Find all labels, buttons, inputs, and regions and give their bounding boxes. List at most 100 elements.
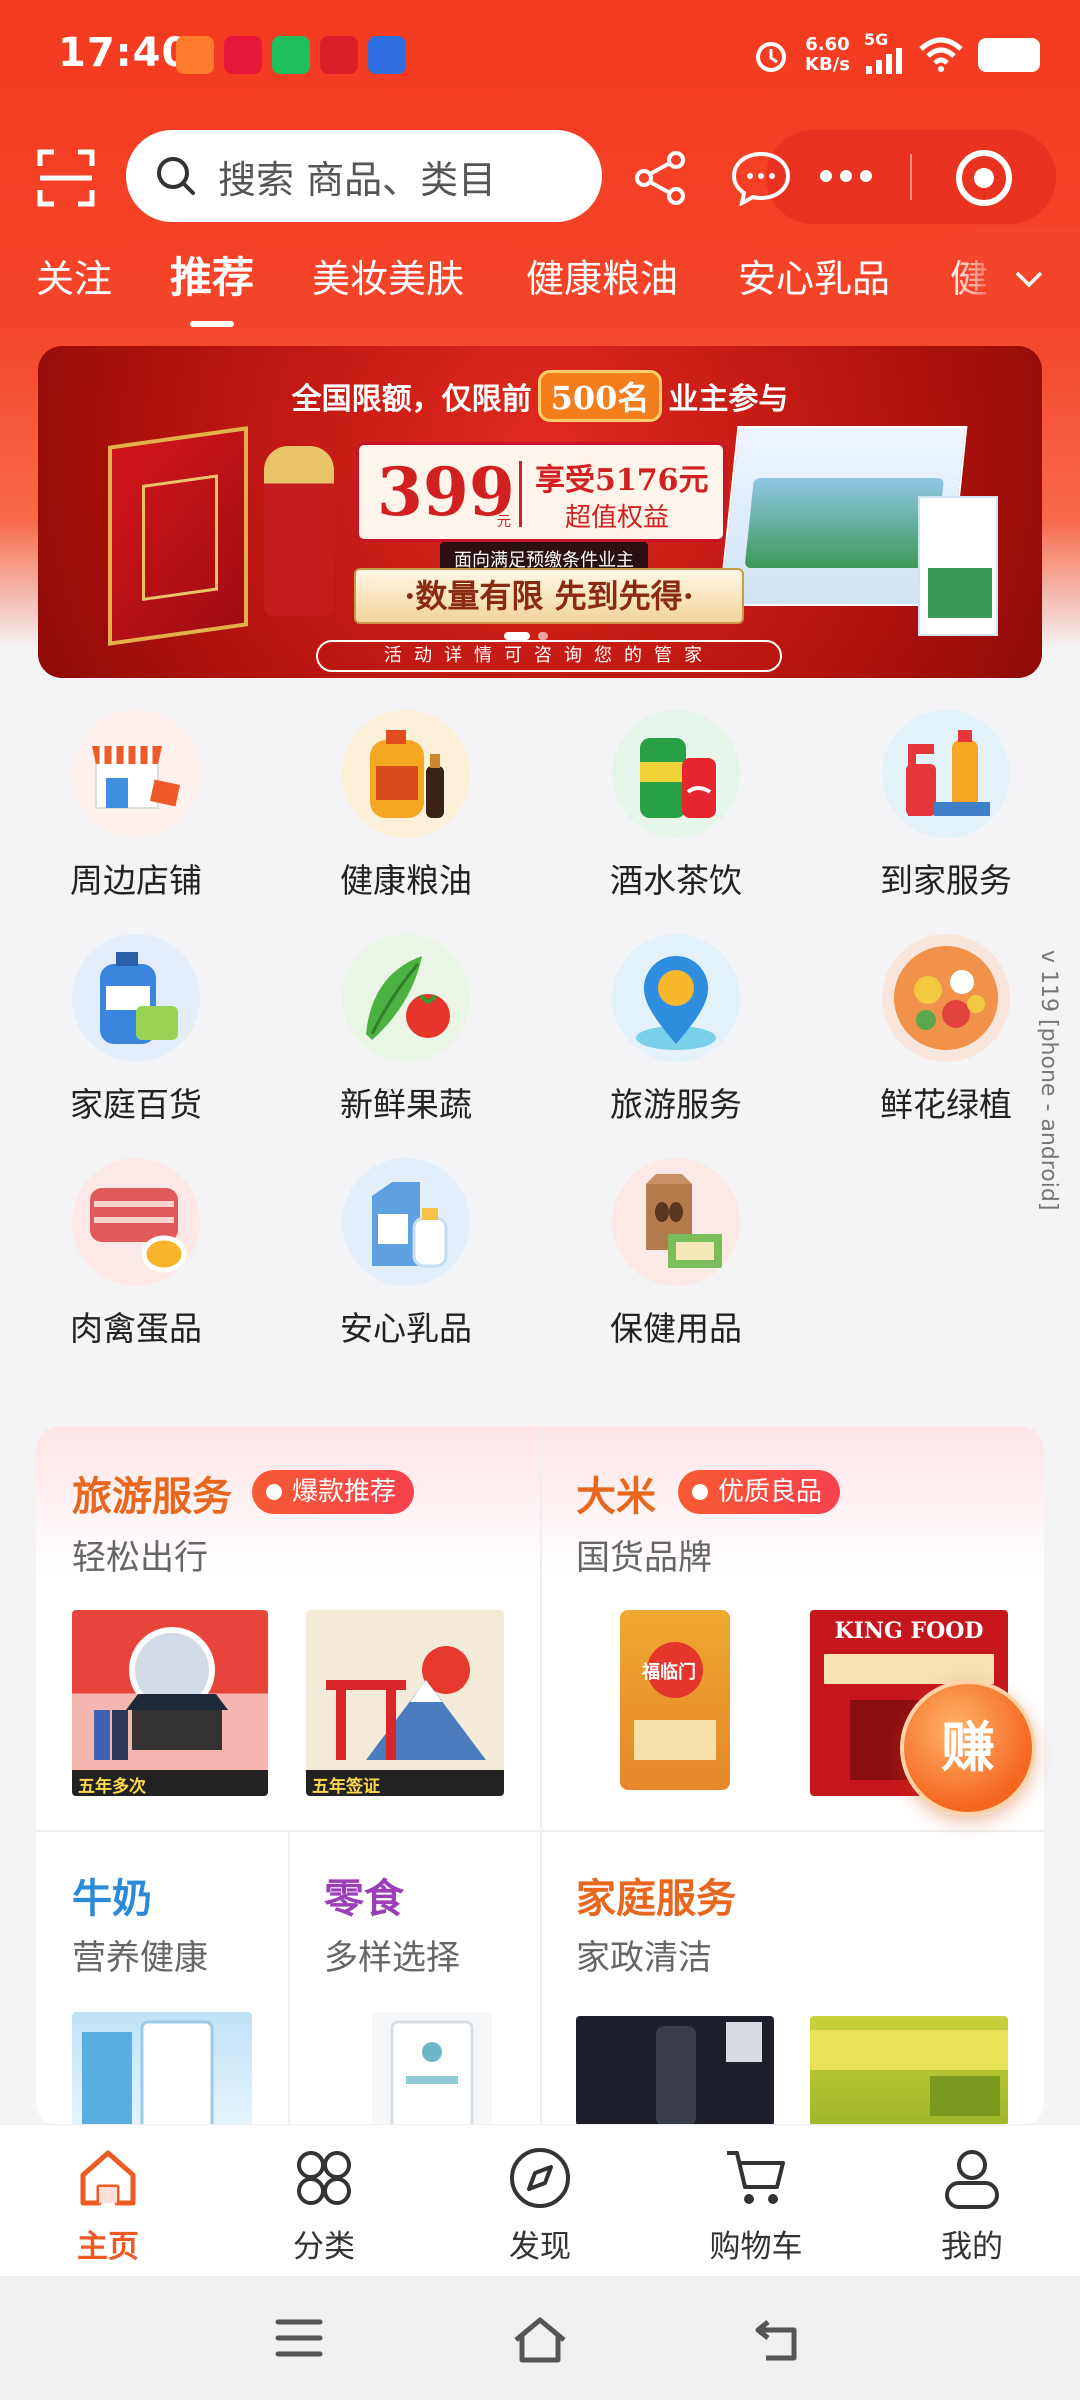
- wechat-icon: [272, 36, 310, 74]
- menu-icon: [275, 2319, 323, 2357]
- category-label: 安心乳品: [340, 1309, 472, 1348]
- headline-post: 业主参与: [668, 382, 789, 417]
- category-beverages[interactable]: 酒水茶饮: [576, 710, 776, 902]
- card-subtitle: 多样选择: [324, 1938, 460, 1978]
- carousel-dot: [538, 632, 548, 640]
- category-meat-eggs[interactable]: 肉禽蛋品: [36, 1158, 236, 1350]
- status-right: 6.60 KB/s 5G: [751, 32, 1040, 77]
- scan-icon[interactable]: [36, 148, 96, 208]
- tab-dairy[interactable]: 安心乳品: [738, 248, 890, 303]
- nav-cart[interactable]: 购物车: [686, 2145, 826, 2266]
- category-household[interactable]: 家庭百货: [36, 934, 236, 1126]
- detergent-icon: [72, 934, 200, 1062]
- search-icon: [157, 157, 195, 195]
- nav-label: 分类: [293, 2229, 355, 2265]
- quota-badge: 500名: [537, 370, 663, 422]
- health-products-icon: [612, 1158, 740, 1286]
- net-speed-value: 6.60: [805, 33, 850, 55]
- map-pin-icon: [612, 934, 740, 1062]
- card-title: 家庭服务: [576, 1876, 736, 1922]
- back-icon: [755, 2320, 797, 2361]
- category-grain-oil[interactable]: 健康粮油: [306, 710, 506, 902]
- system-nav-bar: [0, 2276, 1080, 2400]
- milk-icon: [342, 1158, 470, 1286]
- category-label: 家庭百货: [70, 1085, 202, 1124]
- category-label: 酒水茶饮: [610, 861, 742, 900]
- nav-profile[interactable]: 我的: [902, 2145, 1042, 2266]
- earn-floating-button[interactable]: 赚: [900, 1680, 1036, 1816]
- category-label: 保健用品: [610, 1309, 742, 1348]
- battery-icon: [978, 37, 1040, 72]
- product-corn-snack[interactable]: [810, 2016, 1008, 2126]
- chevron-down-icon[interactable]: [1014, 264, 1044, 294]
- signal-label: 5G: [864, 30, 889, 49]
- back-button[interactable]: [754, 2316, 804, 2366]
- tab-recommend[interactable]: 推荐: [170, 244, 254, 327]
- nav-discover[interactable]: 发现: [470, 2145, 610, 2266]
- flowers-icon: [882, 934, 1010, 1062]
- liquor-bottle: [264, 446, 334, 616]
- compass-icon: [510, 2148, 570, 2208]
- category-label: 新鲜果蔬: [340, 1085, 472, 1124]
- product-snack[interactable]: [372, 2012, 492, 2126]
- storefront-icon: [72, 710, 200, 838]
- app-notification-icon: [224, 36, 262, 74]
- category-label: 鲜花绿植: [880, 1085, 1012, 1124]
- category-dairy[interactable]: 安心乳品: [306, 1158, 506, 1350]
- category-label: 肉禽蛋品: [70, 1309, 202, 1348]
- card-subtitle: 家政清洁: [576, 1938, 712, 1978]
- category-flowers[interactable]: 鲜花绿植: [846, 934, 1046, 1126]
- card-divider: [36, 1830, 1044, 1832]
- version-label: v 119 [phone - android]: [1036, 950, 1061, 1211]
- price-divider: [519, 461, 522, 527]
- mini-program-capsule: [766, 130, 1056, 224]
- product-korea-visa[interactable]: 五年多次: [72, 1610, 268, 1796]
- price-box: 399 元 享受5176元 超值权益: [356, 442, 726, 542]
- promo-banner[interactable]: 全国限额，仅限前 500名 业主参与 399 元 享受5176元 超值权益 面向满足…: [38, 346, 1042, 678]
- liquor-gift-box: [108, 426, 248, 646]
- nav-home[interactable]: 主页: [38, 2145, 178, 2266]
- product-milk[interactable]: [72, 2012, 252, 2126]
- tab-grain-oil[interactable]: 健康粮油: [526, 248, 678, 303]
- more-icon[interactable]: [806, 154, 886, 198]
- share-icon[interactable]: [630, 148, 690, 208]
- card-title: 大米: [576, 1474, 656, 1520]
- category-label: 周边店铺: [70, 861, 202, 900]
- cart-icon: [727, 2151, 785, 2204]
- recent-apps-button[interactable]: [274, 2316, 324, 2364]
- product-caption: KING FOOD: [834, 1618, 984, 1644]
- category-nearby-stores[interactable]: 周边店铺: [36, 710, 236, 902]
- product-caption: 五年多次: [78, 1777, 146, 1796]
- product-smart-lock[interactable]: [576, 2016, 774, 2126]
- capsule-divider: [910, 154, 912, 200]
- category-health-products[interactable]: 保健用品: [576, 1158, 776, 1350]
- headline-pre: 全国限额，仅限前: [291, 382, 532, 417]
- cleaning-supplies-icon: [882, 710, 1010, 838]
- card-divider: [288, 1830, 290, 2126]
- category-travel[interactable]: 旅游服务: [576, 934, 776, 1126]
- home-icon: [80, 2150, 136, 2206]
- message-icon[interactable]: [730, 150, 792, 206]
- status-time: 17:40: [58, 30, 191, 76]
- product-japan-visa[interactable]: 五年签证: [306, 1610, 504, 1796]
- search-input[interactable]: 搜索 商品、类目: [126, 130, 602, 222]
- category-label: 旅游服务: [610, 1085, 742, 1124]
- product-rice-bag[interactable]: 福临门: [620, 1610, 730, 1790]
- category-vegetables[interactable]: 新鲜果蔬: [306, 934, 506, 1126]
- wifi-icon: [919, 37, 963, 72]
- beverage-cans-icon: [612, 710, 740, 838]
- close-miniprogram-icon[interactable]: [956, 150, 1012, 206]
- nav-category[interactable]: 分类: [254, 2145, 394, 2266]
- nav-label: 购物车: [709, 2229, 803, 2265]
- tab-follow[interactable]: 关注: [36, 248, 112, 303]
- card-title: 牛奶: [72, 1876, 152, 1922]
- nav-label: 主页: [77, 2229, 139, 2265]
- tab-beauty[interactable]: 美妆美肤: [312, 248, 464, 303]
- home-system-button[interactable]: [510, 2316, 570, 2368]
- carousel-dots: [504, 632, 548, 640]
- net-speed: 6.60 KB/s: [805, 33, 850, 75]
- app-notification-icon: [368, 36, 406, 74]
- bottom-nav: 主页 分类 发现 购物车 我的: [0, 2124, 1080, 2276]
- category-home-service[interactable]: 到家服务: [846, 710, 1046, 902]
- card-title: 旅游服务: [72, 1474, 232, 1520]
